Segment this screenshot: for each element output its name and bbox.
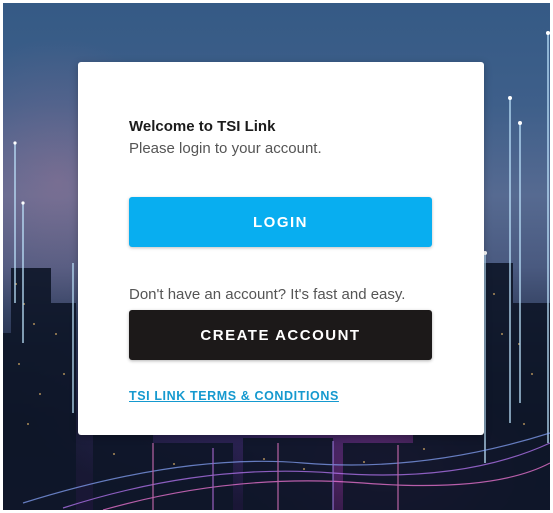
welcome-title: Welcome to TSI Link [129, 118, 276, 135]
login-button[interactable]: LOGIN [129, 197, 432, 247]
terms-and-conditions-link[interactable]: TSI LINK TERMS & CONDITIONS [129, 389, 339, 403]
city-skyline-background: Welcome to TSI Link Please login to your… [3, 3, 550, 510]
create-account-button[interactable]: CREATE ACCOUNT [129, 310, 432, 360]
login-card: Welcome to TSI Link Please login to your… [78, 62, 484, 435]
signup-prompt: Don't have an account? It's fast and eas… [129, 286, 406, 303]
welcome-subtitle: Please login to your account. [129, 140, 322, 157]
